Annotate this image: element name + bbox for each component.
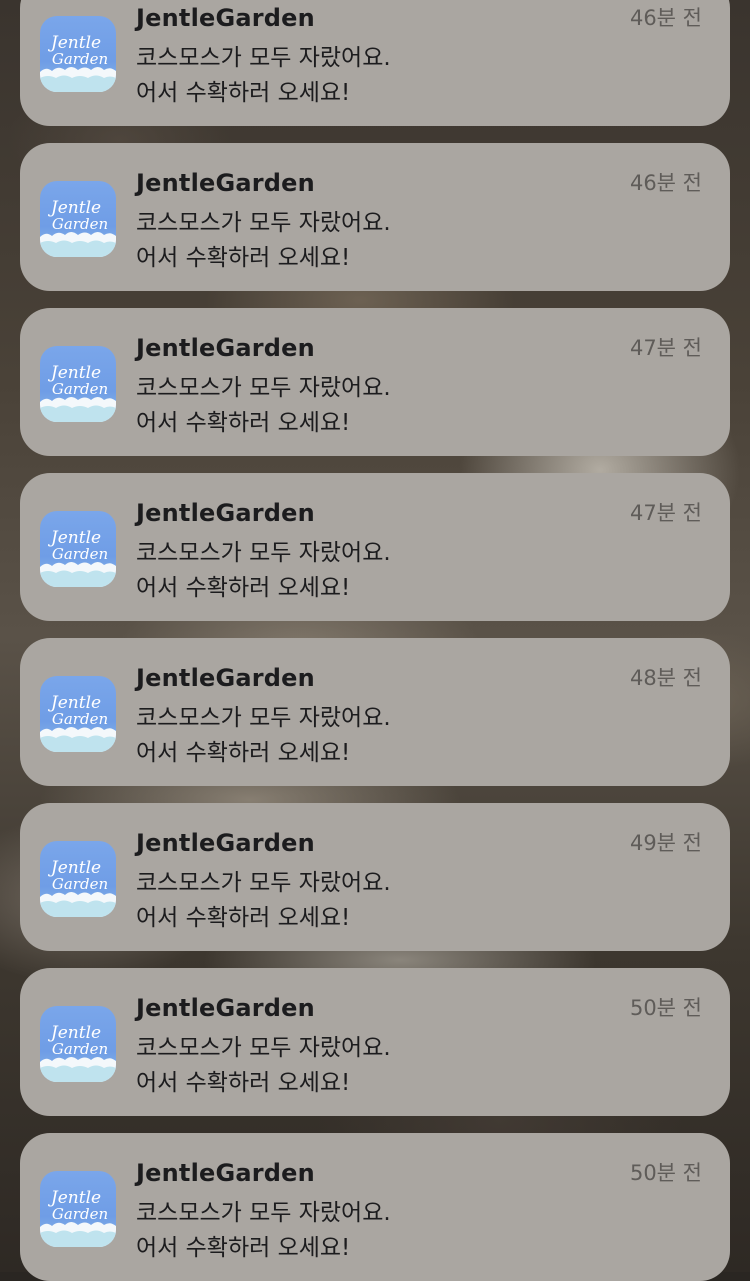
notification-time: 50분 전 <box>629 1161 702 1185</box>
notification-app-name: JentleGarden <box>136 1159 315 1187</box>
water-band <box>40 240 116 257</box>
notification-message-line2: 어서 수확하러 오세요! <box>136 80 351 106</box>
notification-app-name: JentleGarden <box>136 994 315 1022</box>
notification-card[interactable]: Jentle Garden JentleGarden 50분 전 코스모스가 모두… <box>20 968 730 1116</box>
water-band <box>40 1230 116 1247</box>
logo-text-line2: Garden <box>52 50 108 68</box>
notification-app-name: JentleGarden <box>136 664 315 692</box>
jentlegarden-app-icon: Jentle Garden <box>40 841 116 917</box>
logo-text-line2: Garden <box>52 380 108 398</box>
notification-message-line2: 어서 수확하러 오세요! <box>136 1235 351 1261</box>
notification-message-line1: 코스모스가 모두 자랐어요. <box>136 540 391 566</box>
jentlegarden-logo-graphic: JentleGarden <box>40 1188 116 1247</box>
logo-text-line2: Garden <box>52 1205 108 1223</box>
jentlegarden-app-icon: Jentle Garden <box>40 1171 116 1247</box>
notification-time: 47분 전 <box>629 336 702 360</box>
jentlegarden-logo-graphic: JentleGarden <box>40 33 116 92</box>
notification-app-name: JentleGarden <box>136 169 315 197</box>
logo-text-line2: Garden <box>52 710 108 728</box>
notification-time: 46분 전 <box>629 171 702 195</box>
notification-message-line1: 코스모스가 모두 자랐어요. <box>136 45 391 71</box>
logo-text-line2: Garden <box>52 1040 108 1058</box>
notification-message-line1: 코스모스가 모두 자랐어요. <box>136 1200 391 1226</box>
notification-app-name: JentleGarden <box>136 499 315 527</box>
notification-card[interactable]: Jentle Garden JentleGarden 47분 전 코스모스가 모두… <box>20 473 730 621</box>
notification-message-line1: 코스모스가 모두 자랐어요. <box>136 870 391 896</box>
notification-app-name: JentleGarden <box>136 334 315 362</box>
jentlegarden-logo-graphic: JentleGarden <box>40 198 116 257</box>
notification-app-name: JentleGarden <box>136 829 315 857</box>
notification-message-line1: 코스모스가 모두 자랐어요. <box>136 705 391 731</box>
water-band <box>40 735 116 752</box>
jentlegarden-logo-graphic: JentleGarden <box>40 693 116 752</box>
notification-message-line1: 코스모스가 모두 자랐어요. <box>136 1035 391 1061</box>
jentlegarden-app-icon: Jentle Garden <box>40 511 116 587</box>
water-band <box>40 1065 116 1082</box>
notification-message-line2: 어서 수확하러 오세요! <box>136 740 351 766</box>
notification-card[interactable]: Jentle Garden JentleGarden 46분 전 코스모스가 모두… <box>20 0 730 126</box>
notification-time: 50분 전 <box>629 996 702 1020</box>
logo-text-line2: Garden <box>52 875 108 893</box>
notification-message-line2: 어서 수확하러 오세요! <box>136 1070 351 1096</box>
notification-time: 48분 전 <box>629 666 702 690</box>
water-band <box>40 75 116 92</box>
jentlegarden-logo-graphic: JentleGarden <box>40 528 116 587</box>
jentlegarden-logo-graphic: JentleGarden <box>40 363 116 422</box>
notification-message-line1: 코스모스가 모두 자랐어요. <box>136 210 391 236</box>
notification-message-line1: 코스모스가 모두 자랐어요. <box>136 375 391 401</box>
water-band <box>40 900 116 917</box>
notification-card[interactable]: Jentle Garden JentleGarden 49분 전 코스모스가 모두… <box>20 803 730 951</box>
jentlegarden-app-icon: Jentle Garden <box>40 346 116 422</box>
notification-message-line2: 어서 수확하러 오세요! <box>136 575 351 601</box>
jentlegarden-app-icon: Jentle Garden <box>40 1006 116 1082</box>
notification-message-line2: 어서 수확하러 오세요! <box>136 245 351 271</box>
jentlegarden-logo-graphic: JentleGarden <box>40 858 116 917</box>
notification-time: 47분 전 <box>629 501 702 525</box>
water-band <box>40 570 116 587</box>
jentlegarden-app-icon: Jentle Garden <box>40 16 116 92</box>
logo-text-line2: Garden <box>52 215 108 233</box>
notification-time: 46분 전 <box>629 6 702 30</box>
jentlegarden-app-icon: Jentle Garden <box>40 676 116 752</box>
notification-app-name: JentleGarden <box>136 4 315 32</box>
jentlegarden-logo-graphic: JentleGarden <box>40 1023 116 1082</box>
jentlegarden-app-icon: Jentle Garden <box>40 181 116 257</box>
notification-message-line2: 어서 수확하러 오세요! <box>136 905 351 931</box>
notification-time: 49분 전 <box>629 831 702 855</box>
notification-message-line2: 어서 수확하러 오세요! <box>136 410 351 436</box>
notification-card[interactable]: Jentle Garden JentleGarden 47분 전 코스모스가 모두… <box>20 308 730 456</box>
notification-card[interactable]: Jentle Garden JentleGarden 50분 전 코스모스가 모두… <box>20 1133 730 1281</box>
notification-card[interactable]: Jentle Garden JentleGarden 48분 전 코스모스가 모두… <box>20 638 730 786</box>
logo-text-line2: Garden <box>52 545 108 563</box>
notification-card[interactable]: Jentle Garden JentleGarden 46분 전 코스모스가 모두… <box>20 143 730 291</box>
water-band <box>40 405 116 422</box>
